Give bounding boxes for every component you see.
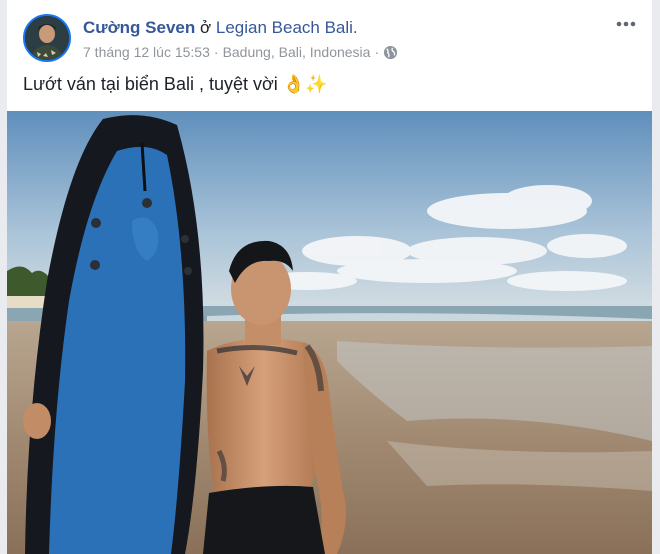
location-link[interactable]: Legian Beach Bali. bbox=[216, 18, 358, 37]
meta-separator: · bbox=[374, 44, 380, 60]
post-meta: 7 tháng 12 lúc 15:53 · Badung, Bali, Ind… bbox=[83, 44, 398, 60]
meta-separator: · bbox=[213, 44, 219, 60]
beach-surfer-image bbox=[7, 111, 652, 554]
location-prefix: ở bbox=[200, 18, 212, 37]
post-photo[interactable] bbox=[7, 111, 652, 554]
globe-icon[interactable] bbox=[383, 45, 398, 60]
post-card: Cường Seven ở Legian Beach Bali. 7 tháng… bbox=[7, 0, 652, 554]
post-timestamp[interactable]: 7 tháng 12 lúc 15:53 bbox=[83, 44, 210, 60]
more-options-icon[interactable] bbox=[614, 14, 638, 34]
avatar-photo bbox=[25, 16, 69, 60]
author-name[interactable]: Cường Seven bbox=[83, 18, 195, 37]
avatar[interactable] bbox=[23, 14, 71, 62]
post-place[interactable]: Badung, Bali, Indonesia bbox=[223, 44, 371, 60]
post-text: Lướt ván tại biển Bali , tuyệt vời 👌✨ bbox=[23, 74, 328, 94]
post-header-line: Cường Seven ở Legian Beach Bali. bbox=[83, 18, 358, 38]
